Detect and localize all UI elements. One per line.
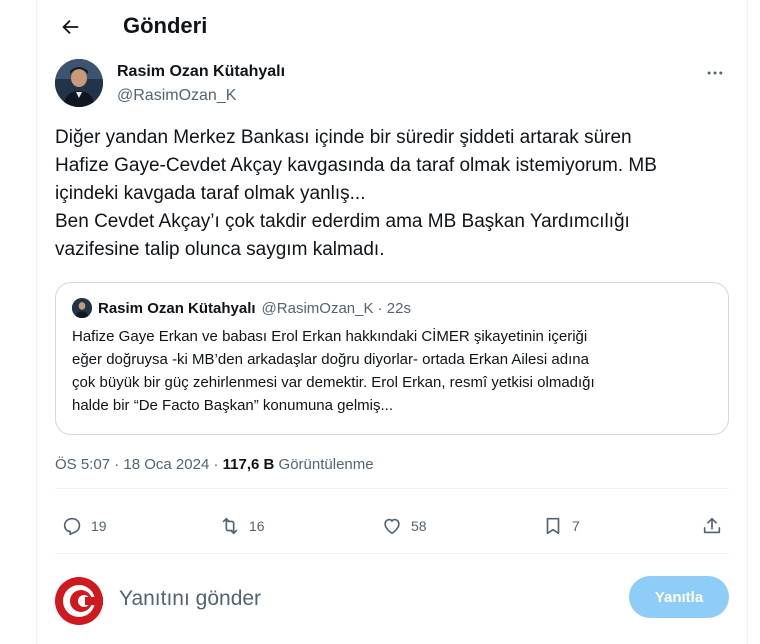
- reply-action[interactable]: 19: [61, 503, 107, 549]
- post-date[interactable]: 18 Oca 2024: [123, 456, 209, 473]
- quoted-post-text: Hafize Gaye Erkan ve babası Erol Erkan h…: [72, 325, 722, 417]
- author-handle[interactable]: @RasimOzan_K: [117, 87, 236, 105]
- bookmark-action[interactable]: 7: [542, 503, 580, 549]
- post-text-line: içindeki kavgada taraf olmak yanlış...: [55, 183, 366, 204]
- reply-input[interactable]: [119, 584, 599, 614]
- post-author: Rasim Ozan Kütahyalı @RasimOzan_K: [55, 59, 731, 111]
- meta-separator: ·: [114, 456, 124, 473]
- reply-count: 19: [91, 518, 107, 534]
- divider: [55, 553, 729, 554]
- quoted-post[interactable]: Rasim Ozan Kütahyalı @RasimOzan_K · 22s …: [55, 282, 729, 435]
- avatar[interactable]: [55, 59, 103, 107]
- action-bar: 19 16 58 7: [55, 503, 729, 549]
- user-avatar[interactable]: [55, 577, 103, 625]
- post-column: Gönderi Rasim Ozan Kütahyalı @RasimOzan_…: [36, 0, 748, 644]
- bookmark-count: 7: [572, 518, 580, 534]
- divider: [55, 488, 729, 489]
- avatar-image: [55, 59, 103, 107]
- repost-action[interactable]: 16: [219, 503, 265, 549]
- post-time[interactable]: ÖS 5:07: [55, 456, 110, 473]
- post-text-line: vazifesine talip olunca saygım kalmadı.: [55, 239, 385, 260]
- repost-icon: [222, 517, 238, 535]
- more-button[interactable]: [699, 61, 731, 85]
- comment-icon: [63, 517, 81, 536]
- like-action[interactable]: 58: [381, 503, 427, 549]
- share-action[interactable]: [701, 503, 731, 549]
- post-text-line: Ben Cevdet Akçay’ı çok takdir ederdim am…: [55, 211, 630, 232]
- post-text: Diğer yandan Merkez Bankası içinde bir s…: [55, 124, 735, 264]
- quoted-text-line: halde bir “De Facto Başkan” konumuna gel…: [72, 397, 393, 414]
- arrow-left-icon: [62, 19, 79, 35]
- quoted-text-line: eğer doğruysa -ki MB’den arkadaşlar doğr…: [72, 351, 589, 368]
- share-icon: [703, 517, 721, 534]
- quoted-text-line: Hafize Gaye Erkan ve babası Erol Erkan h…: [72, 328, 588, 345]
- more-horizontal-icon: [707, 71, 723, 75]
- bookmark-icon: [546, 517, 560, 535]
- logo-icon: [55, 577, 103, 625]
- repost-count: 16: [249, 518, 265, 534]
- quoted-avatar: [72, 298, 92, 318]
- post-text-line: Diğer yandan Merkez Bankası içinde bir s…: [55, 127, 632, 148]
- meta-separator: ·: [213, 456, 223, 473]
- reply-composer: Yanıtla: [55, 573, 729, 627]
- page-title: Gönderi: [123, 13, 208, 38]
- back-button[interactable]: [53, 10, 87, 44]
- author-name[interactable]: Rasim Ozan Kütahyalı: [117, 63, 285, 81]
- quoted-post-header: Rasim Ozan Kütahyalı @RasimOzan_K · 22s: [72, 297, 411, 319]
- post-meta: ÖS 5:07 · 18 Oca 2024 · 117,6 B Görüntül…: [55, 456, 374, 473]
- heart-icon: [384, 518, 400, 535]
- views-label: Görüntülenme: [278, 456, 374, 473]
- views-count: 117,6 B: [222, 456, 275, 473]
- quoted-author-name: Rasim Ozan Kütahyalı: [98, 299, 256, 317]
- reply-button[interactable]: Yanıtla: [629, 576, 729, 618]
- like-count: 58: [411, 518, 427, 534]
- post-text-line: Hafize Gaye-Cevdet Akçay kavgasında da t…: [55, 155, 657, 176]
- quoted-text-line: çok büyük bir güç zehirlenmesi var demek…: [72, 374, 595, 391]
- header: Gönderi: [37, 0, 747, 53]
- quoted-author-handle: @RasimOzan_K · 22s: [261, 299, 411, 317]
